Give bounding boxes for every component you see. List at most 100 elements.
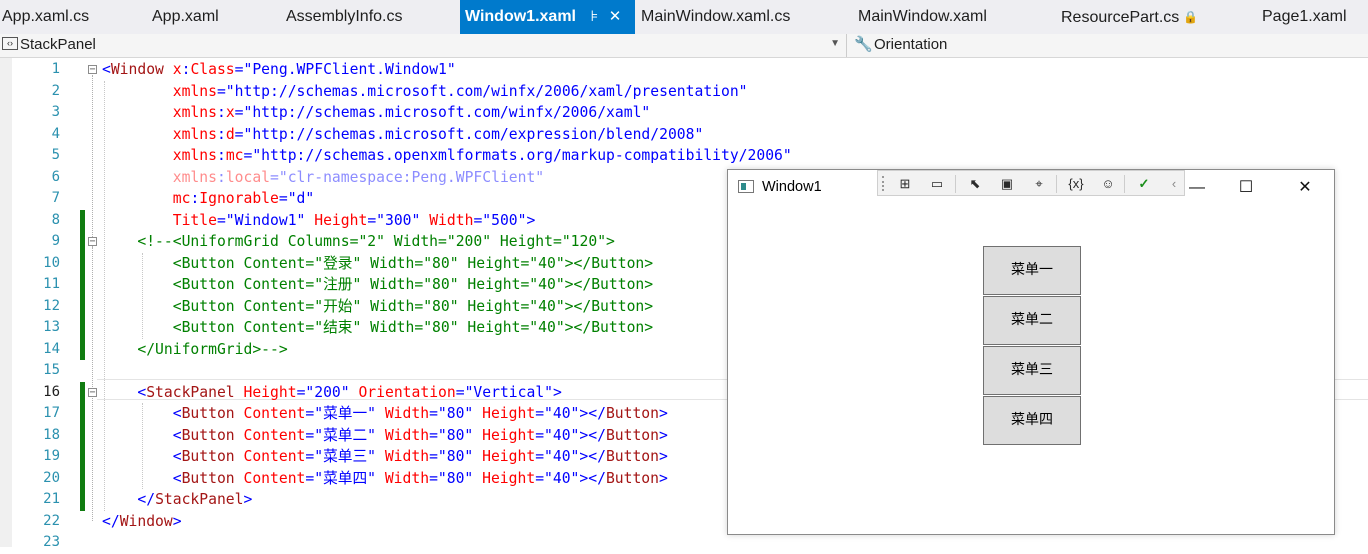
code-line[interactable]: </StackPanel> xyxy=(102,489,252,511)
code-line[interactable]: xmlns:local="clr-namespace:Peng.WPFClien… xyxy=(102,167,544,189)
code-token: xmlns xyxy=(172,168,217,186)
tab-label: ResourcePart.cs xyxy=(1061,9,1180,26)
code-line[interactable]: <Button Content="注册" Width="80" Height="… xyxy=(102,274,653,296)
line-number: 3 xyxy=(51,104,60,120)
code-token: ="40" xyxy=(535,448,580,465)
menu-button-3[interactable]: 菜单三 xyxy=(983,346,1081,395)
code-line[interactable]: xmlns="http://schemas.microsoft.com/winf… xyxy=(102,81,748,103)
binding-errors-icon[interactable]: {x} xyxy=(1066,175,1086,193)
code-token: StackPanel xyxy=(155,491,244,508)
indent-guide xyxy=(104,80,105,511)
code-token: Window xyxy=(119,512,173,530)
code-token: <Button Content="登录" Width="80" Height="… xyxy=(172,254,654,272)
code-token: <Button Content="开始" Width="80" Height="… xyxy=(172,297,654,315)
tab-assemblyinfo-cs[interactable]: AssemblyInfo.cs xyxy=(265,0,460,34)
code-line[interactable]: <Button Content="菜单三" Width="80" Height=… xyxy=(102,446,668,468)
code-token: ="40" xyxy=(535,405,580,422)
code-line[interactable]: <StackPanel Height="200" Orientation="Ve… xyxy=(102,382,562,404)
menu-button-1[interactable]: 菜单一 xyxy=(983,246,1081,295)
code-line[interactable]: mc:Ignorable="d" xyxy=(102,188,315,210)
pin-icon[interactable]: ⊧ xyxy=(590,0,598,34)
collapse-icon[interactable]: ‹ xyxy=(1164,175,1184,193)
code-line[interactable]: <Button Content="菜单二" Width="80" Height=… xyxy=(102,425,668,447)
tab-app-xaml-cs[interactable]: App.xaml.cs xyxy=(0,0,128,34)
code-token: Width xyxy=(384,405,430,422)
code-line[interactable]: <Button Content="菜单四" Width="80" Height=… xyxy=(102,468,668,490)
collapse-icon[interactable]: − xyxy=(88,237,97,247)
code-token: ="80" xyxy=(429,426,474,444)
code-line[interactable]: </UniformGrid>--> xyxy=(102,339,288,361)
pointer-icon[interactable]: ⬉ xyxy=(965,175,985,193)
code-line[interactable]: xmlns:d="http://schemas.microsoft.com/ex… xyxy=(102,124,704,146)
minimize-button[interactable]: — xyxy=(1182,176,1212,200)
track-focus-icon[interactable]: ⌖ xyxy=(1029,175,1049,193)
window-icon xyxy=(738,180,754,193)
code-token: </ xyxy=(137,491,156,508)
close-tab-icon[interactable]: ✕ xyxy=(609,0,622,34)
line-number: 22 xyxy=(43,512,60,529)
collapse-icon[interactable]: − xyxy=(88,65,97,75)
code-token: ="Vertical" xyxy=(455,383,554,401)
code-token: ="http://schemas.microsoft.com/winfx/200… xyxy=(234,104,651,121)
tab-app-xaml[interactable]: App.xaml xyxy=(128,0,265,34)
grip-icon[interactable] xyxy=(882,176,887,191)
collapse-icon[interactable]: − xyxy=(88,387,97,397)
code-token: Button xyxy=(181,405,235,422)
code-line[interactable]: </Window> xyxy=(102,511,182,533)
code-line[interactable]: <Button Content="登录" Width="80" Height="… xyxy=(102,253,653,275)
select-element-icon[interactable]: ⊞ xyxy=(895,175,915,193)
adorner-icon[interactable]: ▣ xyxy=(997,175,1017,193)
code-token: Button xyxy=(181,426,235,444)
close-window-button[interactable]: ✕ xyxy=(1290,176,1320,200)
code-token: Title xyxy=(172,211,217,229)
tab-mainwindow-xaml-cs[interactable]: MainWindow.xaml.cs xyxy=(635,0,840,34)
line-number: 17 xyxy=(43,405,60,421)
code-token: </UniformGrid>--> xyxy=(137,340,288,358)
preview-window[interactable]: Window1 ⊞ ▭ ⬉ ▣ ⌖ {x} ☺ ✓ ‹ — ☐ ✕ 菜单一 菜单二 菜单三 菜单… xyxy=(727,169,1335,535)
code-token: Height xyxy=(482,426,536,444)
tab-window1-xaml[interactable]: Window1.xaml ⊧ ✕ xyxy=(460,0,635,34)
tab-resourcepart-cs[interactable]: ResourcePart.cs 🔒 xyxy=(1040,0,1238,34)
code-token: Height xyxy=(482,405,536,422)
code-line[interactable]: <Window x:Class="Peng.WPFClient.Window1" xyxy=(102,59,456,81)
check-icon[interactable]: ✓ xyxy=(1134,175,1154,193)
maximize-button[interactable]: ☐ xyxy=(1231,176,1261,200)
code-line[interactable]: Title="Window1" Height="300" Width="500"… xyxy=(102,210,536,232)
code-token: d xyxy=(225,125,235,143)
change-indicator xyxy=(80,209,85,360)
tab-mainwindow-xaml[interactable]: MainWindow.xaml xyxy=(840,0,1040,34)
glyph-margin xyxy=(0,58,12,547)
line-number: 1 xyxy=(51,61,60,77)
code-line[interactable]: <!--<UniformGrid Columns="2" Width="200"… xyxy=(102,231,615,253)
code-line[interactable]: <Button Content="开始" Width="80" Height="… xyxy=(102,296,653,318)
code-token: ="d" xyxy=(278,190,315,207)
code-line[interactable]: xmlns:mc="http://schemas.openxmlformats.… xyxy=(102,145,792,167)
code-line[interactable]: <Button Content="菜单一" Width="80" Height=… xyxy=(102,403,668,425)
code-token: ="菜单三" xyxy=(305,448,376,465)
record-icon[interactable]: ▭ xyxy=(927,175,947,193)
navigation-bar: ‹› StackPanel ▼ 🔧 Orientation xyxy=(0,34,1368,58)
menu-button-2[interactable]: 菜单二 xyxy=(983,296,1081,345)
code-token: ="80" xyxy=(429,405,474,422)
code-line[interactable]: <Button Content="结束" Width="80" Height="… xyxy=(102,317,653,339)
tab-page1-xaml[interactable]: Page1.xaml xyxy=(1238,0,1368,34)
menu-button-4[interactable]: 菜单四 xyxy=(983,396,1081,445)
code-line[interactable]: xmlns:x="http://schemas.microsoft.com/wi… xyxy=(102,102,651,124)
code-token: <Button Content="结束" Width="80" Height="… xyxy=(172,319,654,336)
code-token: StackPanel xyxy=(146,383,235,401)
accessibility-icon[interactable]: ☺ xyxy=(1098,175,1118,193)
element-dropdown[interactable]: ‹› StackPanel ▼ xyxy=(0,34,847,57)
